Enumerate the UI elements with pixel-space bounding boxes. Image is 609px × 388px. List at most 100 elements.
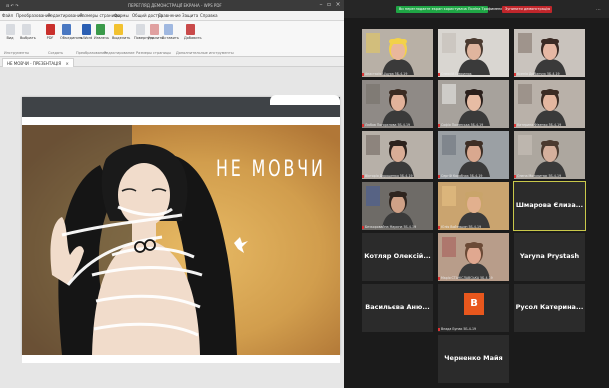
participant-tile[interactable]: Софія Полянська 5Б-4-19 xyxy=(438,80,509,128)
participant-tile[interactable]: Русол Катерина... xyxy=(514,284,585,332)
participant-tile[interactable]: Шмарова Єлиза... xyxy=(513,181,586,231)
select-button[interactable]: Выбрать xyxy=(20,24,36,40)
pdf-file-icon xyxy=(45,24,55,35)
insert-button[interactable]: Вставить xyxy=(162,24,179,40)
muted-mic-icon xyxy=(362,175,364,178)
participant-video xyxy=(438,131,509,177)
hand-icon xyxy=(5,24,15,35)
muted-mic-icon xyxy=(514,73,516,76)
participant-video xyxy=(438,233,509,279)
participant-tile[interactable]: Васильєва Аню... xyxy=(362,284,433,332)
participant-video xyxy=(362,131,433,177)
participant-tile[interactable]: Черненко Майя xyxy=(438,335,509,383)
to-word-label: в Word xyxy=(80,36,93,40)
muted-mic-icon xyxy=(362,226,364,229)
quick-access-toolbar[interactable]: ⊟ ↶ ↷ xyxy=(6,0,19,11)
participant-tile[interactable]: Марія СТАНІСЛАВСЬКА 5Б-4-19 xyxy=(438,233,509,281)
participant-video xyxy=(514,80,585,126)
title-bar: ⊟ ↶ ↷ ПЕРЕГЛЯД ДЕМОНСТРАЦІЇ ЕКРАНА - WPS… xyxy=(0,0,344,11)
menu-item-file[interactable]: Файл xyxy=(2,13,13,18)
participant-tile[interactable]: Yaryna Prystash xyxy=(514,233,585,281)
view-button[interactable]: Вид xyxy=(4,24,16,40)
screen-share-banner[interactable]: Ви переглядаєте екран користувача Поліна… xyxy=(396,6,505,13)
poster-title: НЕ МОВЧИ xyxy=(216,157,326,182)
participant-name: Катерина Фівенко 5Б-4-19 xyxy=(517,123,562,127)
muted-mic-icon xyxy=(438,73,440,76)
menu-item-forms[interactable]: Формы xyxy=(114,13,129,18)
participant-tile[interactable]: Котляр Олексій... xyxy=(362,233,433,281)
stop-share-button[interactable]: Зупинити демонстрацію xyxy=(502,6,552,13)
merge-button[interactable]: Объединить xyxy=(60,24,83,40)
document-tab-strip: НЕ МОВЧИ - ПРЕЗЕНТАЦІЯ × xyxy=(0,57,344,67)
muted-mic-icon xyxy=(438,175,440,178)
participant-tile[interactable]: Олена Мотовитюк 5Б-4-19 xyxy=(514,131,585,179)
participant-tile[interactable]: Любов Погорєлова 5Б-4-19 xyxy=(362,80,433,128)
participant-tile[interactable]: Катерина Фівенко 5Б-4-19 xyxy=(514,80,585,128)
participant-tile[interactable]: Сергій Коробчак 5Б-4-19 xyxy=(438,131,509,179)
muted-mic-icon xyxy=(438,328,440,331)
add-tools-button[interactable]: Добавить xyxy=(184,24,202,40)
muted-mic-icon xyxy=(514,124,516,127)
participant-name: Вікторія Дорошенко 5Б-4-19 xyxy=(365,174,413,178)
maximize-icon[interactable]: ▫ xyxy=(326,2,332,8)
participant-video xyxy=(438,182,509,228)
tools-icon xyxy=(185,24,195,35)
participant-tile[interactable]: Юлія Войтишин 5Б-4-19 xyxy=(438,182,509,230)
delete-button[interactable]: Удалить xyxy=(148,24,163,40)
participant-name: Анастасія Ціцура 5Б-4-19 xyxy=(365,72,408,76)
participant-name: Безкоровайна Марина 5Б-4-19 xyxy=(365,225,417,229)
participant-video xyxy=(362,80,433,126)
menu-item-protect[interactable]: Защита xyxy=(182,13,198,18)
pdf-label: PDF xyxy=(46,36,54,40)
participant-name: Ксенія Дрібанчук 5Б-4-19 xyxy=(517,72,560,76)
window-title: ПЕРЕГЛЯД ДЕМОНСТРАЦІЇ ЕКРАНА - WPS PDF xyxy=(128,3,222,8)
extract-label: Извлечь xyxy=(94,36,110,40)
participant-name: Олексій Гаврилюк xyxy=(441,72,472,76)
close-tab-icon[interactable]: × xyxy=(65,61,68,66)
participant-name: Юлія Войтишин 5Б-4-19 xyxy=(441,225,482,229)
cursor-icon xyxy=(21,24,31,35)
participant-video xyxy=(514,131,585,177)
add-tools-label: Добавить xyxy=(184,36,202,40)
participant-display-name: Русол Катерина... xyxy=(515,303,584,311)
close-icon[interactable]: × xyxy=(335,2,341,8)
extract-button[interactable]: Извлечь xyxy=(94,24,110,40)
insert-icon xyxy=(163,24,173,35)
participant-tile[interactable]: Анастасія Ціцура 5Б-4-19 xyxy=(362,29,433,77)
more-icon[interactable]: ⋯ xyxy=(596,7,601,13)
minimize-icon[interactable]: – xyxy=(318,2,324,8)
menu-bar: Файл Преобразование Редактирование Разме… xyxy=(0,11,344,21)
select-label: Выбрать xyxy=(20,36,36,40)
pdf-viewer-window: ⊟ ↶ ↷ ПЕРЕГЛЯД ДЕМОНСТРАЦІЇ ЕКРАНА - WPS… xyxy=(0,0,344,388)
document-tab[interactable]: НЕ МОВЧИ - ПРЕЗЕНТАЦІЯ × xyxy=(2,58,74,67)
highlight-icon xyxy=(113,24,123,35)
menu-item-convert[interactable]: Преобразование xyxy=(16,13,51,18)
muted-mic-icon xyxy=(514,175,516,178)
participant-tile[interactable]: Ксенія Дрібанчук 5Б-4-19 xyxy=(514,29,585,77)
participant-display-name: Yaryna Prystash xyxy=(519,252,580,260)
menu-item-help[interactable]: Справка xyxy=(200,13,218,18)
participant-tile[interactable]: Вікторія Дорошенко 5Б-4-19 xyxy=(362,131,433,179)
avatar: B xyxy=(464,293,484,315)
participant-name: Сергій Коробчак 5Б-4-19 xyxy=(441,174,483,178)
to-word-button[interactable]: в Word xyxy=(80,24,92,40)
participant-tile[interactable]: Безкоровайна Марина 5Б-4-19 xyxy=(362,182,433,230)
menu-item-edit[interactable]: Редактирование xyxy=(48,13,83,18)
document-canvas[interactable]: НЕ МОВЧИ xyxy=(0,67,344,388)
muted-mic-icon xyxy=(362,124,364,127)
participant-name: Любов Погорєлова 5Б-4-19 xyxy=(365,123,411,127)
participant-tile[interactable]: B Влада Бунак 5Б-4-19 xyxy=(438,284,509,332)
highlight-label: Выделить xyxy=(112,36,131,40)
slide-header-tab xyxy=(270,95,340,105)
menu-item-compare[interactable]: Сравнение xyxy=(158,13,181,18)
pdf-button[interactable]: PDF xyxy=(44,24,56,40)
highlight-button[interactable]: Выделить xyxy=(112,24,130,40)
participant-name: Олена Мотовитюк 5Б-4-19 xyxy=(517,174,562,178)
document-tab-label: НЕ МОВЧИ - ПРЕЗЕНТАЦІЯ xyxy=(7,61,62,66)
participant-tile[interactable]: Олексій Гаврилюк xyxy=(438,29,509,77)
ribbon-group-page-size: Размеры страницы xyxy=(136,51,172,55)
participant-name: Софія Полянська 5Б-4-19 xyxy=(441,123,484,127)
muted-mic-icon xyxy=(362,73,364,76)
rotate-button[interactable]: Повернуть xyxy=(134,24,154,40)
participant-video xyxy=(438,80,509,126)
